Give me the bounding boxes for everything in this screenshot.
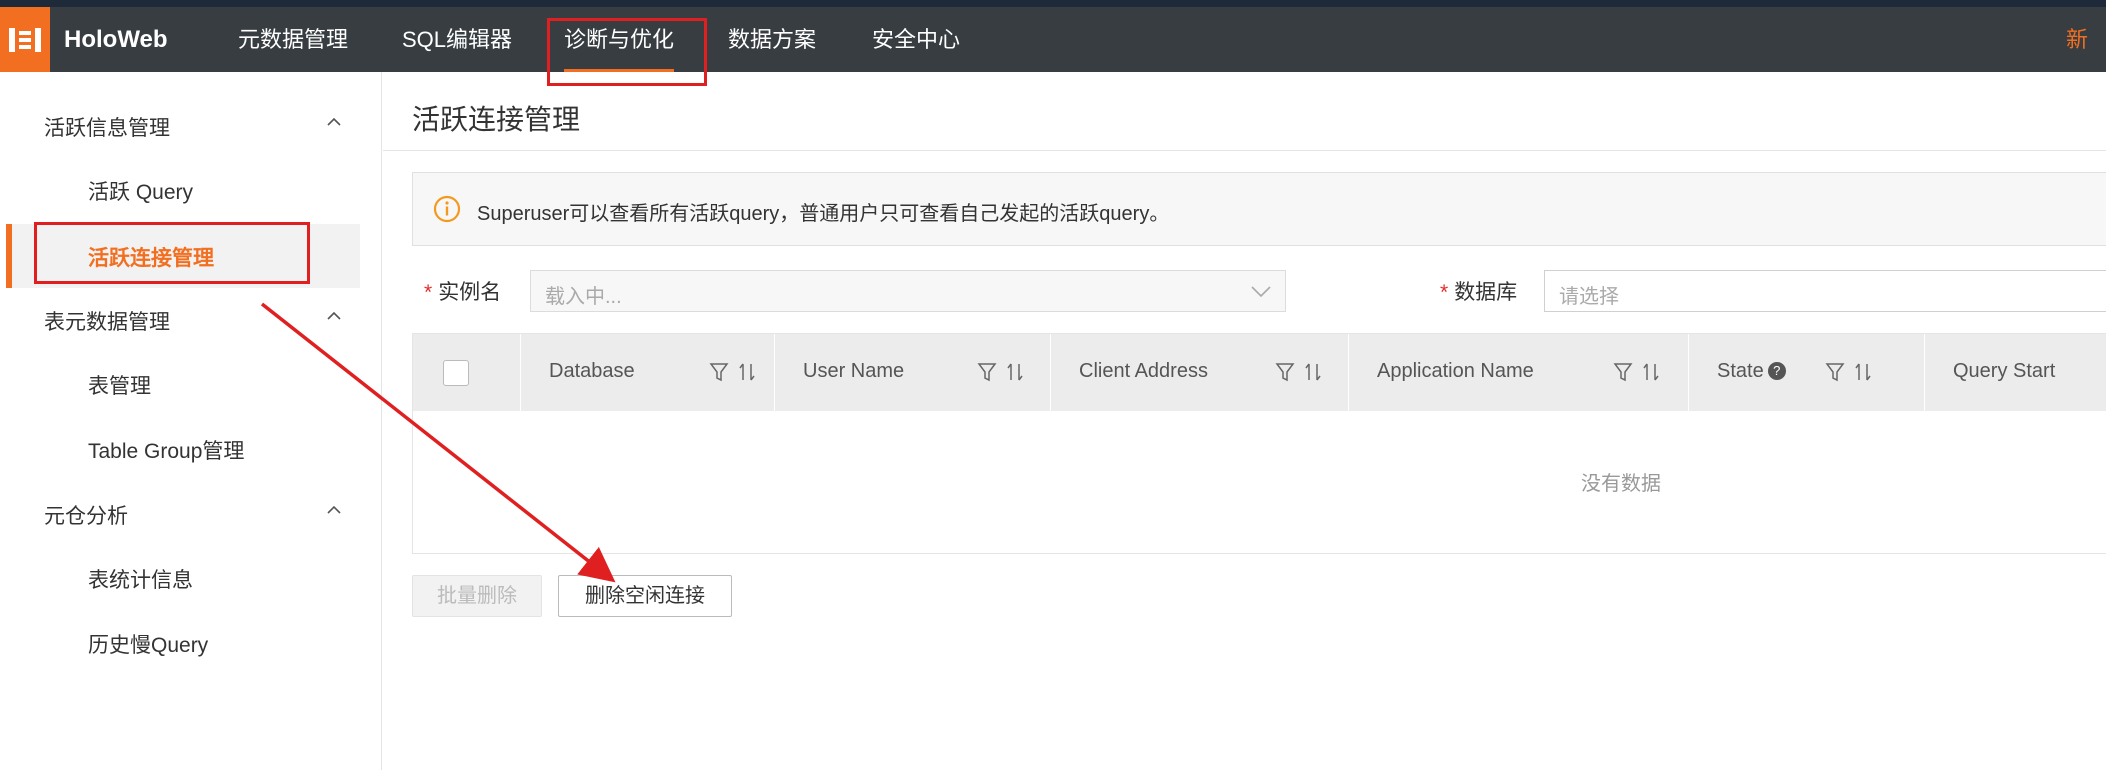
filter-icon[interactable] xyxy=(1275,360,1295,389)
chevron-down-icon xyxy=(1249,277,1273,310)
column-header-label: State? xyxy=(1717,360,1786,383)
sidebar-group-warehouse-analysis[interactable]: 元仓分析 xyxy=(44,500,128,530)
instance-label-text: 实例名 xyxy=(438,281,502,304)
delete-idle-connections-button[interactable]: 删除空闲连接 xyxy=(558,575,732,617)
filter-icon[interactable] xyxy=(1825,360,1845,389)
sidebar-item-active-connections[interactable]: 活跃连接管理 xyxy=(88,242,214,272)
required-mark: * xyxy=(424,281,433,304)
column-state: State? xyxy=(1688,334,1924,411)
database-select[interactable]: 请选择 xyxy=(1544,270,2106,312)
chevron-up-icon[interactable] xyxy=(326,502,342,523)
holoweb-logo-icon[interactable] xyxy=(0,7,50,72)
required-mark: * xyxy=(1440,281,1449,304)
nav-sql-editor[interactable]: SQL编辑器 xyxy=(402,7,512,72)
sidebar-item-active-query[interactable]: 活跃 Query xyxy=(88,176,193,206)
sort-icon[interactable] xyxy=(1303,360,1323,389)
column-database: Database xyxy=(520,334,774,411)
sidebar-group-table-metadata[interactable]: 表元数据管理 xyxy=(44,306,170,336)
sidebar-item-table-management[interactable]: 表管理 xyxy=(88,370,151,400)
instance-select-placeholder: 载入中... xyxy=(545,286,622,308)
sort-icon[interactable] xyxy=(1641,360,1661,389)
column-header-label: User Name xyxy=(803,360,905,382)
instance-label: * 实例名 xyxy=(424,276,501,306)
chevron-up-icon[interactable] xyxy=(326,114,342,135)
state-label-text: State xyxy=(1717,360,1764,382)
help-icon[interactable]: ? xyxy=(1767,362,1786,380)
page-title: 活跃连接管理 xyxy=(412,104,581,135)
sidebar-item-table-statistics[interactable]: 表统计信息 xyxy=(88,564,193,594)
info-icon xyxy=(433,195,461,223)
nav-metadata-management[interactable]: 元数据管理 xyxy=(238,7,348,72)
database-label: * 数据库 xyxy=(1440,276,1517,306)
database-select-placeholder: 请选择 xyxy=(1559,286,1619,308)
filter-icon[interactable] xyxy=(1613,360,1633,389)
column-header-label: Application Name xyxy=(1377,360,1534,382)
column-header-label: Query Start xyxy=(1953,360,2056,382)
column-query-start: Query Start xyxy=(1924,334,2106,411)
sort-icon[interactable] xyxy=(1853,360,1873,389)
nav-diagnosis-optimization[interactable]: 诊断与优化 xyxy=(564,7,675,72)
top-navigation-bar: HoloWeb 元数据管理 SQL编辑器 诊断与优化 数据方案 安全中心 新功 xyxy=(0,0,2106,72)
batch-delete-button[interactable]: 批量删除 xyxy=(412,575,542,617)
column-application-name: Application Name xyxy=(1348,334,1688,411)
empty-text: 没有数据 xyxy=(1581,473,1661,495)
column-user-name: User Name xyxy=(774,334,1050,411)
nav-data-solutions[interactable]: 数据方案 xyxy=(728,7,816,72)
notice-text: Superuser可以查看所有活跃query，普通用户只可查看自己发起的活跃qu… xyxy=(477,203,1170,225)
sidebar-item-slow-query-history[interactable]: 历史慢Query xyxy=(88,629,208,659)
select-all-column xyxy=(413,334,520,411)
info-notice: Superuser可以查看所有活跃query，普通用户只可查看自己发起的活跃qu… xyxy=(412,172,2106,246)
nav-new-feature[interactable]: 新功 xyxy=(2066,7,2106,72)
sort-icon[interactable] xyxy=(737,360,757,389)
table-empty-state: 没有数据 xyxy=(413,411,2106,553)
select-all-checkbox[interactable] xyxy=(443,360,469,386)
sidebar: 活跃信息管理 活跃 Query 活跃连接管理 表元数据管理 表管理 Table … xyxy=(0,72,382,770)
filter-icon[interactable] xyxy=(709,360,729,389)
connections-table: Database User Name Client Address Applic… xyxy=(412,333,2106,554)
nav-security-center[interactable]: 安全中心 xyxy=(872,7,960,72)
column-client-address: Client Address xyxy=(1050,334,1348,411)
title-divider xyxy=(383,150,2106,151)
sidebar-active-indicator xyxy=(6,224,12,288)
instance-select[interactable]: 载入中... xyxy=(530,270,1286,312)
sidebar-group-active-info[interactable]: 活跃信息管理 xyxy=(44,112,170,142)
column-header-label: Client Address xyxy=(1079,360,1208,382)
table-header: Database User Name Client Address Applic… xyxy=(413,334,2106,411)
brand-name[interactable]: HoloWeb xyxy=(64,7,168,72)
column-header-label: Database xyxy=(549,360,635,382)
chevron-up-icon[interactable] xyxy=(326,308,342,329)
database-label-text: 数据库 xyxy=(1454,281,1518,304)
sort-icon[interactable] xyxy=(1005,360,1025,389)
filter-icon[interactable] xyxy=(977,360,997,389)
sidebar-item-table-group-management[interactable]: Table Group管理 xyxy=(88,435,244,465)
